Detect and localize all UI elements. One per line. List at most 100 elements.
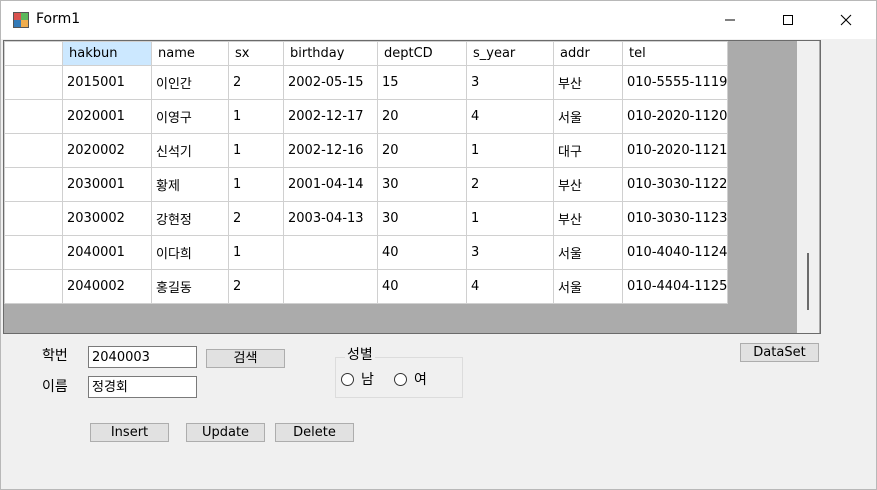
maximize-button[interactable]: [759, 1, 817, 39]
grid-header-row: hakbun name sx birthday deptCD s_year ad…: [4, 41, 729, 66]
cell-name[interactable]: 신석기: [151, 133, 229, 168]
cell-deptcd[interactable]: 40: [377, 235, 467, 270]
cell-deptcd[interactable]: 20: [377, 133, 467, 168]
cell-addr[interactable]: 서울: [553, 269, 623, 304]
cell-tel[interactable]: 010-3030-1123: [621, 201, 729, 236]
cell-tel[interactable]: 010-4040-1124: [621, 235, 729, 270]
cell-birthday[interactable]: 2002-05-15: [283, 65, 378, 100]
cell-addr[interactable]: 서울: [553, 99, 623, 134]
table-row[interactable]: 2040002 홍길동 2 40 4 서울 010-4404-1125: [4, 269, 729, 304]
cell-birthday[interactable]: 2001-04-14: [283, 167, 378, 202]
name-input[interactable]: 정경회: [88, 376, 197, 398]
cell-name[interactable]: 홍길동: [151, 269, 229, 304]
row-header[interactable]: [4, 133, 63, 168]
scrollbar-thumb[interactable]: [807, 253, 809, 310]
table-row[interactable]: 2015001 이인간 2 2002-05-15 15 3 부산 010-5555-1119: [4, 65, 729, 100]
cell-tel[interactable]: 010-4404-1125: [621, 269, 729, 304]
search-button[interactable]: 검색: [206, 349, 285, 368]
cell-hakbun[interactable]: 2040001: [62, 235, 152, 270]
cell-addr[interactable]: 부산: [553, 167, 623, 202]
cell-deptcd[interactable]: 30: [377, 167, 467, 202]
row-header[interactable]: [4, 235, 63, 270]
column-header-name[interactable]: name: [151, 41, 229, 66]
dataset-button[interactable]: DataSet: [740, 343, 819, 362]
title-bar[interactable]: Form1: [1, 1, 876, 39]
cell-birthday[interactable]: [283, 269, 378, 304]
column-header-tel[interactable]: tel: [621, 41, 729, 66]
cell-hakbun[interactable]: 2040002: [62, 269, 152, 304]
table-row[interactable]: 2020002 신석기 1 2002-12-16 20 1 대구 010-2020-1121: [4, 133, 729, 168]
column-header-hakbun[interactable]: hakbun: [62, 41, 152, 66]
female-label[interactable]: 여: [414, 369, 427, 389]
cell-deptcd[interactable]: 30: [377, 201, 467, 236]
cell-birthday[interactable]: 2002-12-17: [283, 99, 378, 134]
table-row[interactable]: 2030002 강현정 2 2003-04-13 30 1 부산 010-3030-1123: [4, 201, 729, 236]
column-header-s-year[interactable]: s_year: [466, 41, 554, 66]
insert-button[interactable]: Insert: [90, 423, 169, 442]
cell-s-year[interactable]: 4: [466, 99, 554, 134]
cell-tel[interactable]: 010-2020-1120: [621, 99, 729, 134]
cell-s-year[interactable]: 3: [466, 65, 554, 100]
cell-s-year[interactable]: 1: [466, 133, 554, 168]
cell-s-year[interactable]: 4: [466, 269, 554, 304]
cell-tel[interactable]: 010-2020-1121: [621, 133, 729, 168]
column-header-sx[interactable]: sx: [228, 41, 284, 66]
cell-addr[interactable]: 부산: [553, 65, 623, 100]
cell-sx[interactable]: 2: [228, 201, 284, 236]
cell-hakbun[interactable]: 2020001: [62, 99, 152, 134]
cell-birthday[interactable]: [283, 235, 378, 270]
row-header-corner[interactable]: [4, 41, 63, 66]
vertical-scrollbar[interactable]: [797, 41, 819, 333]
name-label: 이름: [42, 379, 68, 395]
cell-sx[interactable]: 1: [228, 235, 284, 270]
column-header-birthday[interactable]: birthday: [283, 41, 378, 66]
cell-hakbun[interactable]: 2030002: [62, 201, 152, 236]
hakbun-input[interactable]: 2040003: [88, 346, 197, 368]
close-button[interactable]: [817, 1, 875, 39]
data-grid-view[interactable]: hakbun name sx birthday deptCD s_year ad…: [3, 40, 821, 334]
male-radio[interactable]: [341, 373, 354, 386]
cell-sx[interactable]: 1: [228, 99, 284, 134]
cell-hakbun[interactable]: 2020002: [62, 133, 152, 168]
update-button[interactable]: Update: [186, 423, 265, 442]
cell-sx[interactable]: 2: [228, 269, 284, 304]
table-row[interactable]: 2040001 이다희 1 40 3 서울 010-4040-1124: [4, 235, 729, 270]
cell-sx[interactable]: 1: [228, 167, 284, 202]
cell-addr[interactable]: 서울: [553, 235, 623, 270]
table-row[interactable]: 2020001 이영구 1 2002-12-17 20 4 서울 010-2020-1120: [4, 99, 729, 134]
cell-tel[interactable]: 010-3030-1122: [621, 167, 729, 202]
cell-addr[interactable]: 대구: [553, 133, 623, 168]
cell-name[interactable]: 이다희: [151, 235, 229, 270]
female-radio[interactable]: [394, 373, 407, 386]
row-header[interactable]: [4, 201, 63, 236]
cell-s-year[interactable]: 1: [466, 201, 554, 236]
cell-s-year[interactable]: 3: [466, 235, 554, 270]
cell-addr[interactable]: 부산: [553, 201, 623, 236]
row-header[interactable]: [4, 269, 63, 304]
row-header[interactable]: [4, 167, 63, 202]
cell-hakbun[interactable]: 2015001: [62, 65, 152, 100]
cell-deptcd[interactable]: 15: [377, 65, 467, 100]
cell-name[interactable]: 강현정: [151, 201, 229, 236]
cell-sx[interactable]: 1: [228, 133, 284, 168]
cell-deptcd[interactable]: 40: [377, 269, 467, 304]
cell-birthday[interactable]: 2002-12-16: [283, 133, 378, 168]
delete-button[interactable]: Delete: [275, 423, 354, 442]
cell-name[interactable]: 이인간: [151, 65, 229, 100]
column-header-deptcd[interactable]: deptCD: [377, 41, 467, 66]
cell-name[interactable]: 황제: [151, 167, 229, 202]
hakbun-label: 학번: [42, 348, 68, 364]
cell-name[interactable]: 이영구: [151, 99, 229, 134]
cell-tel[interactable]: 010-5555-1119: [621, 65, 729, 100]
cell-deptcd[interactable]: 20: [377, 99, 467, 134]
minimize-button[interactable]: [701, 1, 759, 39]
row-header[interactable]: [4, 65, 63, 100]
cell-birthday[interactable]: 2003-04-13: [283, 201, 378, 236]
cell-hakbun[interactable]: 2030001: [62, 167, 152, 202]
column-header-addr[interactable]: addr: [553, 41, 623, 66]
cell-sx[interactable]: 2: [228, 65, 284, 100]
male-label[interactable]: 남: [361, 369, 374, 389]
table-row[interactable]: 2030001 황제 1 2001-04-14 30 2 부산 010-3030-1122: [4, 167, 729, 202]
cell-s-year[interactable]: 2: [466, 167, 554, 202]
row-header[interactable]: [4, 99, 63, 134]
